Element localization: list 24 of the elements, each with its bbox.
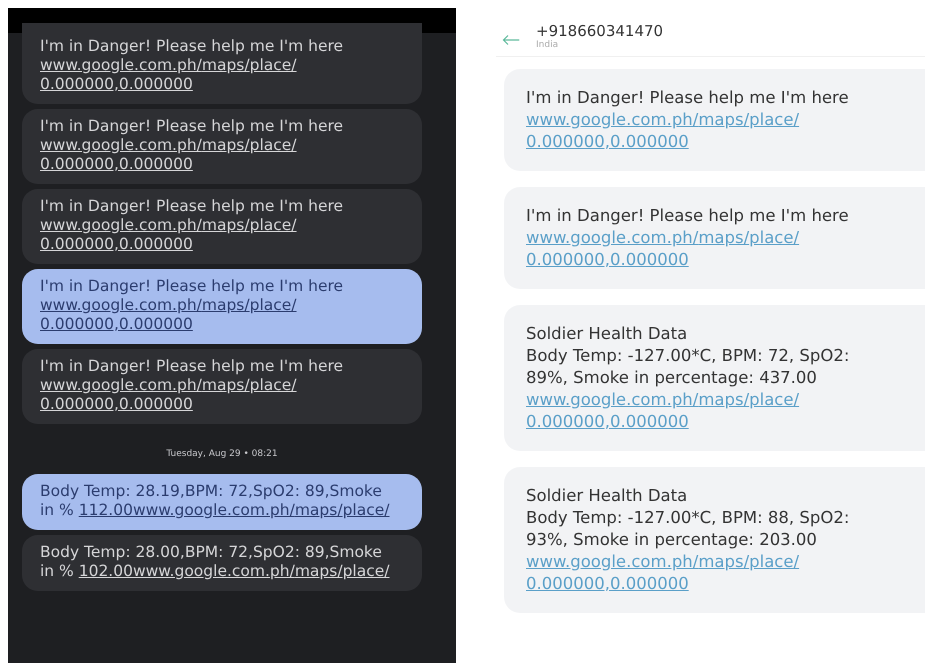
- message-text: I'm in Danger! Please help me I'm here www.google.com.ph/maps/place/0.000000,0.000000: [526, 205, 895, 271]
- message-bubble[interactable]: I'm in Danger! Please help me I'm here www.google.com.ph/maps/place/0.000000,0.000000: [22, 109, 422, 184]
- link[interactable]: www.google.com.ph/maps/place/0.000000,0.000000: [40, 56, 400, 94]
- message-text: Body Temp: -127.00*C, BPM: 72, SpO2: 89%, Smoke in percentage: 437.00: [526, 345, 850, 389]
- link[interactable]: www.google.com.ph/maps/place/0.000000,0.000000: [40, 296, 400, 334]
- date-separator: Tuesday, Aug 29 • 08:21: [165, 448, 279, 461]
- message-text: Body Temp: -127.00*C, BPM: 88, SpO2: 93%, Smoke in percentage: 203.00: [526, 507, 850, 551]
- message-bubble[interactable]: I'm in Danger! Please help me I'm here www.google.com.ph/maps/place/0.000000,0.000000: [22, 23, 422, 104]
- message-bubble[interactable]: I'm in Danger! Please help me I'm here www.google.com.ph/maps/place/0.000000,0.000000: [22, 189, 422, 264]
- message-bubble[interactable]: Body Temp: 28.19,BPM: 72,SpO2: 89,Smoke in % 112.00www.google.com.ph/maps/place/: [22, 474, 422, 530]
- message-text: Soldier Health Data: [526, 323, 688, 345]
- contact-country: India: [536, 40, 560, 50]
- link[interactable]: www.google.com.ph/maps/place/0.000000,0.000000: [40, 216, 400, 254]
- back-arrow-icon[interactable]: [502, 34, 520, 46]
- link[interactable]: 112.00www.google.com.ph/maps/place/: [78, 501, 390, 520]
- link[interactable]: www.google.com.ph/maps/place/0.000000,0.000000: [40, 136, 400, 174]
- message-bubble[interactable]: Body Temp: 28.00,BPM: 72,SpO2: 89,Smoke in % 102.00www.google.com.ph/maps/place/: [22, 535, 422, 591]
- message-bubble[interactable]: I'm in Danger! Please help me I'm here www.google.com.ph/maps/place/0.000000,0.000000: [22, 269, 422, 344]
- link[interactable]: 102.00www.google.com.ph/maps/place/: [78, 562, 390, 581]
- contact-number: +918660341470: [536, 22, 664, 40]
- message-bubble[interactable]: I'm in Danger! Please help me I'm here www.google.com.ph/maps/place/0.000000,0.000000: [22, 349, 422, 424]
- message-text: I'm in Danger! Please help me I'm here www.google.com.ph/maps/place/0.000000,0.000000: [526, 87, 895, 153]
- message-text: Soldier Health Data: [526, 485, 688, 507]
- link[interactable]: www.google.com.ph/maps/place/0.000000,0.000000: [40, 376, 400, 414]
